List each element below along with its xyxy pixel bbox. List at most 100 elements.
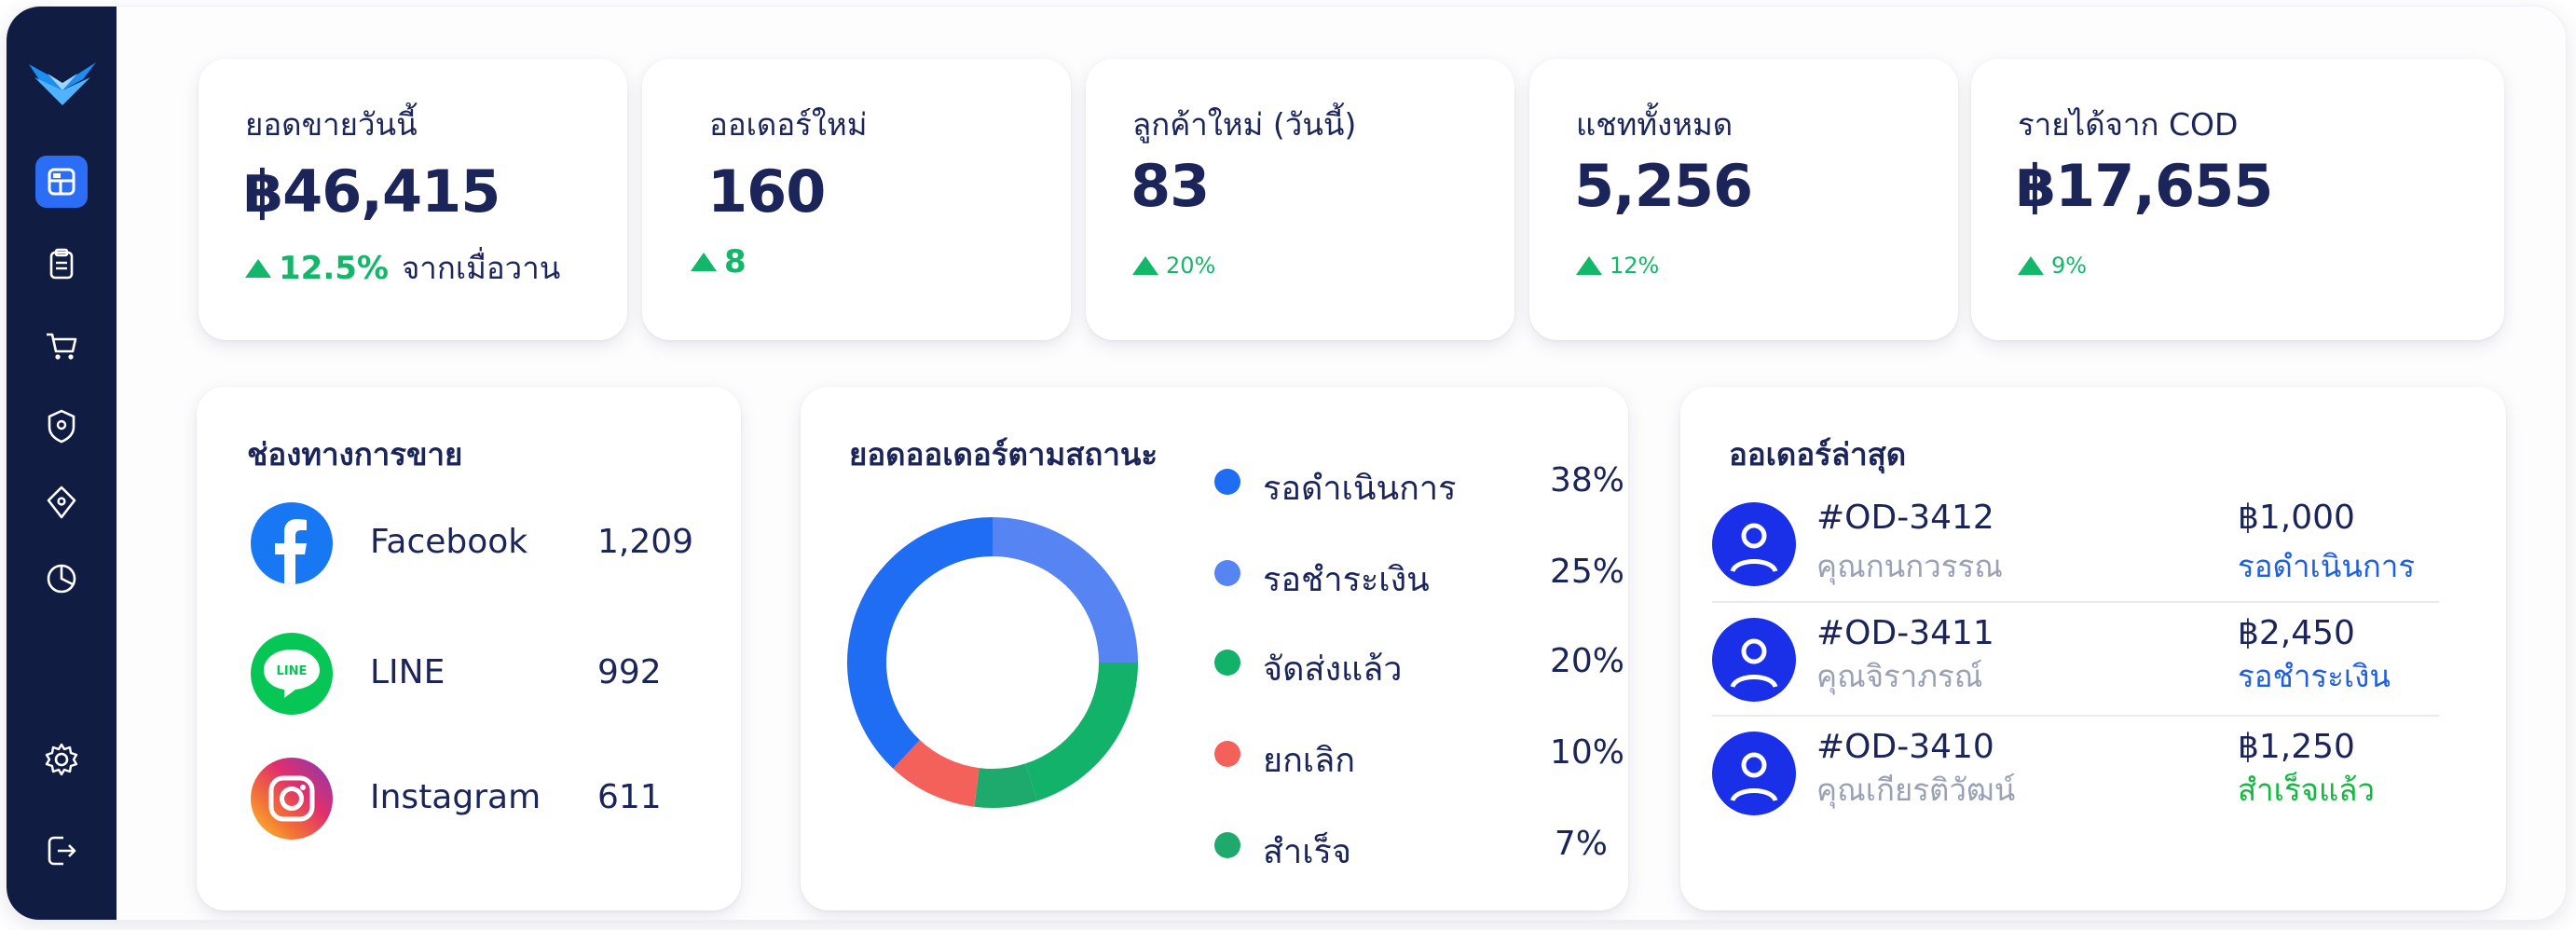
- kpi-title: ออเดอร์ใหม่: [709, 106, 868, 143]
- kpi-title: ลูกค้าใหม่ (วันนี้): [1132, 106, 1357, 143]
- svg-text:LINE: LINE: [277, 664, 308, 678]
- dashboard-frame: ยอดขายวันนี้ ฿46,415 12.5% จากเมื่อวาน อ…: [6, 6, 2567, 921]
- legend-swatch: [1214, 650, 1240, 676]
- channel-row-line[interactable]: LINE LINE 992: [251, 633, 773, 718]
- legend-value: 38%: [1549, 461, 1624, 499]
- legend-swatch: [1214, 469, 1240, 495]
- delta-value: 12.5%: [279, 249, 389, 287]
- section-title: ออเดอร์ล่าสุด: [1729, 436, 1907, 472]
- order-id: #OD-3411: [1816, 614, 1994, 652]
- kpi-card-new-orders: ออเดอร์ใหม่ 160 8: [642, 59, 1071, 340]
- kpi-value: 83: [1130, 152, 1210, 220]
- customer-avatar-icon: [1712, 618, 1796, 702]
- legend-value: 7%: [1554, 825, 1608, 863]
- order-status: รอชำระเงิน: [2238, 658, 2391, 694]
- trend-up-icon: [1576, 256, 1602, 275]
- row-divider: [1712, 601, 2439, 603]
- kpi-card-new-customers: ลูกค้าใหม่ (วันนี้) 83 20%: [1086, 59, 1514, 340]
- order-row[interactable]: #OD-3412 คุณกนกวรรณ ฿1,000 รอดำเนินการ: [1712, 499, 2439, 601]
- donut-slice: [993, 517, 1138, 663]
- customer-avatar-icon: [1712, 502, 1796, 586]
- order-amount: ฿1,250: [2238, 728, 2355, 766]
- channel-name: LINE: [370, 653, 445, 691]
- kpi-delta: 12.5% จากเมื่อวาน: [245, 243, 560, 293]
- order-amount: ฿2,450: [2238, 614, 2355, 652]
- order-customer: คุณเกียรติวัฒน์: [1816, 772, 2016, 808]
- legend-label: รอดำเนินการ: [1263, 470, 1457, 508]
- kpi-title: แชททั้งหมด: [1576, 106, 1733, 143]
- kpi-delta: 9%: [2018, 253, 2087, 279]
- facebook-icon: [251, 502, 333, 584]
- delta-value: 9%: [2051, 253, 2088, 279]
- kpi-delta: 20%: [1132, 253, 1215, 279]
- kpi-value: 160: [707, 157, 826, 226]
- channel-row-instagram[interactable]: Instagram 611: [251, 758, 773, 843]
- legend-swatch: [1214, 741, 1240, 767]
- logout-icon[interactable]: [35, 825, 88, 877]
- brand-logo: [27, 49, 98, 115]
- trend-up-icon: [245, 258, 271, 278]
- legend-item: สำเร็จ 7%: [1214, 821, 1608, 871]
- customer-avatar-icon: [1712, 732, 1796, 815]
- order-status: สำเร็จแล้ว: [2238, 772, 2376, 808]
- legend-label: ยกเลิก: [1263, 742, 1356, 780]
- legend-value: 20%: [1549, 642, 1624, 680]
- pie-chart-icon[interactable]: [35, 553, 88, 605]
- legend-item: รอดำเนินการ 38%: [1214, 458, 1624, 508]
- sidebar: [7, 7, 116, 920]
- kpi-value: ฿46,415: [243, 157, 500, 226]
- delta-value: 20%: [1166, 253, 1216, 279]
- kpi-title: รายได้จาก COD: [2018, 106, 2239, 143]
- legend-swatch: [1214, 832, 1240, 858]
- legend-label: สำเร็จ: [1263, 833, 1351, 871]
- kpi-card-cod-revenue: รายได้จาก COD ฿17,655 9%: [1971, 59, 2504, 340]
- channel-name: Instagram: [370, 778, 541, 816]
- kpi-card-sales-today: ยอดขายวันนี้ ฿46,415 12.5% จากเมื่อวาน: [199, 59, 627, 340]
- trend-up-icon: [1132, 256, 1158, 275]
- cart-icon[interactable]: [35, 320, 88, 372]
- donut-slice: [847, 517, 993, 769]
- kpi-delta: 8: [691, 243, 747, 280]
- kpi-value: 5,256: [1574, 152, 1753, 220]
- kpi-value: ฿17,655: [2016, 152, 2273, 220]
- legend-item: รอชำระเงิน 25%: [1214, 549, 1624, 599]
- channel-row-facebook[interactable]: Facebook 1,209: [251, 502, 773, 588]
- clipboard-icon[interactable]: [35, 238, 88, 290]
- delta-value: 12%: [1610, 253, 1660, 279]
- legend-swatch: [1214, 560, 1240, 586]
- tag-icon[interactable]: [35, 476, 88, 528]
- order-id: #OD-3410: [1816, 728, 1994, 766]
- legend-value: 10%: [1549, 733, 1624, 772]
- order-customer: คุณจิราภรณ์: [1816, 658, 1983, 694]
- channel-count: 992: [597, 653, 662, 691]
- order-status: รอดำเนินการ: [2238, 548, 2416, 584]
- channel-name: Facebook: [370, 523, 528, 561]
- kpi-title: ยอดขายวันนี้: [245, 106, 418, 143]
- order-row[interactable]: #OD-3411 คุณจิราภรณ์ ฿2,450 รอชำระเงิน: [1712, 614, 2439, 717]
- order-row[interactable]: #OD-3410 คุณเกียรติวัฒน์ ฿1,250 สำเร็จแล…: [1712, 728, 2439, 830]
- donut-slice: [1025, 663, 1138, 801]
- order-customer: คุณกนกวรรณ: [1816, 548, 2003, 584]
- legend-label: รอชำระเงิน: [1263, 561, 1430, 599]
- section-title: ยอดออเดอร์ตามสถานะ: [849, 436, 1158, 472]
- legend-label: จัดส่งแล้ว: [1263, 650, 1403, 689]
- settings-icon[interactable]: [35, 733, 88, 786]
- legend-item: ยกเลิก 10%: [1214, 730, 1624, 780]
- legend-value: 25%: [1549, 553, 1624, 591]
- dashboard-icon[interactable]: [35, 156, 88, 208]
- line-icon: LINE: [251, 633, 333, 715]
- delta-value: 8: [724, 243, 747, 280]
- delta-caption: จากเมื่อวาน: [401, 250, 561, 286]
- trend-up-icon: [2018, 256, 2044, 275]
- kpi-card-total-chats: แชททั้งหมด 5,256 12%: [1529, 59, 1958, 340]
- order-id: #OD-3412: [1816, 499, 1994, 537]
- legend-item: จัดส่งแล้ว 20%: [1214, 638, 1624, 689]
- shield-pin-icon[interactable]: [35, 400, 88, 452]
- kpi-delta: 12%: [1576, 253, 1659, 279]
- channel-count: 1,209: [597, 523, 694, 561]
- trend-up-icon: [691, 253, 717, 271]
- order-status-donut-chart: [847, 517, 1138, 808]
- section-title: ช่องทางการขาย: [247, 436, 463, 472]
- channel-count: 611: [597, 778, 662, 816]
- row-divider: [1712, 715, 2439, 717]
